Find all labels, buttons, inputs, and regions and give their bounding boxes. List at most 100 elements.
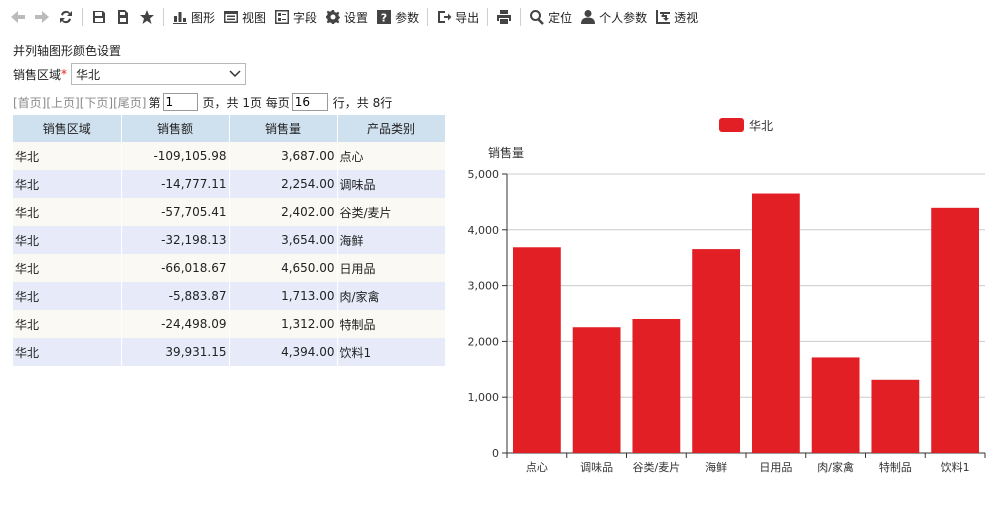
- bar[interactable]: [572, 327, 621, 453]
- table-cell: 华北: [13, 198, 122, 226]
- fields-icon: [274, 9, 290, 25]
- table-cell: 饮料1: [337, 338, 446, 366]
- pager-prev-link[interactable]: [上页]: [46, 94, 79, 111]
- region-label: 销售区域: [13, 67, 62, 82]
- bar[interactable]: [871, 379, 920, 453]
- toolbar-label: 导出: [455, 10, 480, 25]
- rows-per-page-input[interactable]: [291, 93, 328, 111]
- table-cell: 点心: [337, 142, 446, 170]
- view-button[interactable]: 视图: [219, 5, 270, 29]
- refresh-button[interactable]: [54, 5, 78, 29]
- page-suffix: 页，共 1页 每页: [202, 95, 290, 110]
- y-tick-label: 2,000: [468, 335, 500, 348]
- x-tick-label: 谷类/麦片: [633, 460, 681, 474]
- bar-chart: 华北销售量 0 1,000 2,000 3,000 4,000 5,000 点心 调味品 谷类/麦…: [468, 118, 986, 474]
- fields-button[interactable]: 字段: [270, 5, 321, 29]
- column-header[interactable]: 销售量: [229, 115, 338, 142]
- pager-last-link[interactable]: [尾页]: [113, 94, 146, 111]
- bar[interactable]: [632, 318, 681, 453]
- chart-button[interactable]: 图形: [168, 5, 219, 29]
- x-tick-label: 海鲜: [705, 460, 727, 474]
- table-cell: 特制品: [337, 310, 446, 338]
- svg-text:?: ?: [381, 12, 387, 25]
- pager-next-link[interactable]: [下页]: [80, 94, 113, 111]
- column-header[interactable]: 销售区域: [13, 115, 122, 142]
- arrow-left-button[interactable]: [6, 5, 30, 29]
- toolbar-label: 参数: [395, 10, 420, 25]
- user-button[interactable]: 个人参数: [576, 5, 651, 29]
- export-button[interactable]: 导出: [432, 5, 483, 29]
- x-tick-label: 调味品: [580, 461, 613, 474]
- table-header-row: 销售区域 销售额 销售量 产品类别: [13, 115, 446, 142]
- star-button[interactable]: [135, 5, 159, 29]
- search-button[interactable]: 定位: [525, 5, 576, 29]
- pivot-button[interactable]: 透视: [651, 5, 702, 29]
- param-panel-title: 并列轴图形颜色设置: [13, 44, 122, 58]
- table-cell: 3,654.00: [229, 226, 338, 254]
- gear-button[interactable]: 设置: [321, 5, 372, 29]
- arrow-right-button[interactable]: [30, 5, 54, 29]
- toolbar-separator: [82, 8, 83, 26]
- export-icon: [436, 9, 452, 25]
- star-icon: [139, 9, 155, 25]
- table-row: 华北 -57,705.41 2,402.00 谷类/麦片: [13, 198, 446, 226]
- toolbar-separator: [520, 8, 522, 26]
- toolbar-label: 字段: [293, 10, 318, 25]
- table-cell: 华北: [13, 282, 122, 310]
- table-row: 华北 -5,883.87 1,713.00 肉/家禽: [13, 282, 446, 310]
- table-cell: -32,198.13: [121, 226, 230, 254]
- toolbar: 图形 视图 字段 设置? 参数 导出 定位 个人参数 透视: [0, 0, 999, 34]
- toolbar-label: 个人参数: [599, 10, 648, 25]
- pager-first-link[interactable]: [首页]: [13, 94, 46, 111]
- table-cell: 华北: [13, 142, 122, 170]
- page-prefix: 第: [148, 95, 161, 110]
- table-cell: -14,777.11: [121, 170, 230, 198]
- table-row: 华北 -24,498.09 1,312.00 特制品: [13, 310, 446, 338]
- legend-swatch[interactable]: [719, 118, 744, 132]
- bar[interactable]: [811, 357, 860, 453]
- table-row: 华北 -14,777.11 2,254.00 调味品: [13, 170, 446, 198]
- table-cell: 日用品: [337, 254, 446, 282]
- chart-icon: [172, 9, 188, 25]
- rows-suffix: 行，共 8行: [332, 95, 393, 110]
- y-tick-label: 4,000: [468, 224, 500, 237]
- column-header[interactable]: 产品类别: [337, 115, 446, 142]
- print-button[interactable]: [492, 5, 516, 29]
- page-number-input[interactable]: [162, 93, 198, 111]
- bar[interactable]: [692, 249, 741, 453]
- toolbar-separator: [163, 8, 164, 26]
- table-row: 华北 -66,018.67 4,650.00 日用品: [13, 254, 446, 282]
- question-button[interactable]: ? 参数: [372, 5, 423, 29]
- print-icon: [496, 9, 512, 25]
- chevron-down-icon: [229, 67, 241, 81]
- data-table: 销售区域 销售额 销售量 产品类别 华北 -109,105.98 3,687.00 点…: [13, 115, 446, 366]
- save-as-button[interactable]: [111, 5, 135, 29]
- table-cell: 1,713.00: [229, 282, 338, 310]
- table-cell: -66,018.67: [121, 254, 230, 282]
- save-button[interactable]: [87, 5, 111, 29]
- table-cell: 华北: [13, 170, 122, 198]
- table-cell: 华北: [13, 226, 122, 254]
- table-cell: 谷类/麦片: [337, 198, 446, 226]
- table-cell: -5,883.87: [121, 282, 230, 310]
- x-tick-label: 日用品: [759, 461, 792, 474]
- table-row: 华北 -32,198.13 3,654.00 海鲜: [13, 226, 446, 254]
- table-cell: -24,498.09: [121, 310, 230, 338]
- table-cell: 华北: [13, 254, 122, 282]
- bar[interactable]: [751, 193, 800, 453]
- bar[interactable]: [931, 207, 980, 453]
- toolbar-label: 视图: [242, 10, 267, 25]
- table-cell: 4,394.00: [229, 338, 338, 366]
- pager: [首页] [上页] [下页] [尾页] 第 页，共 1页 每页 行，共 8行: [13, 93, 392, 111]
- gear-icon: [325, 9, 341, 25]
- required-mark: *: [61, 67, 68, 81]
- table-cell: -57,705.41: [121, 198, 230, 226]
- region-select[interactable]: 华北: [71, 63, 247, 85]
- column-header[interactable]: 销售额: [121, 115, 230, 142]
- y-tick-label: 5,000: [468, 168, 500, 181]
- y-axis-label: 销售量: [488, 145, 524, 160]
- bar[interactable]: [512, 247, 561, 453]
- legend-label: 华北: [749, 119, 773, 133]
- save-icon: [91, 9, 107, 25]
- x-tick-label: 特制品: [879, 460, 912, 474]
